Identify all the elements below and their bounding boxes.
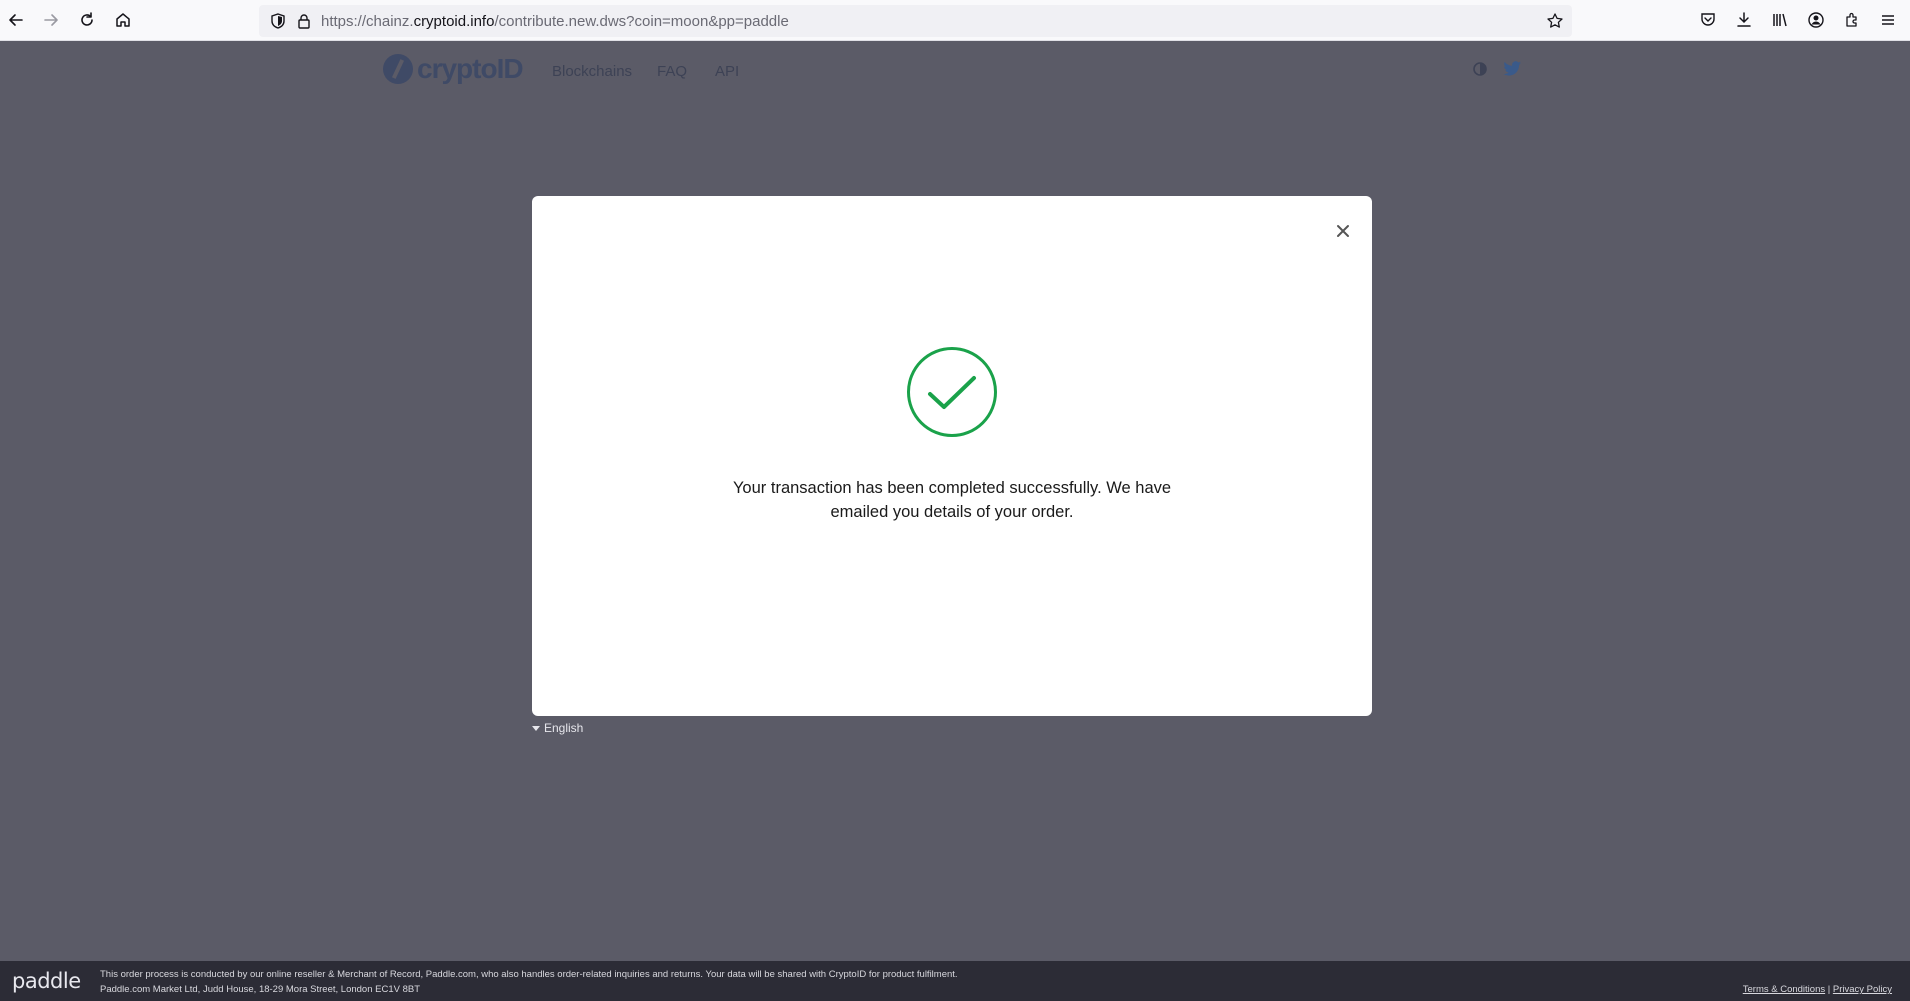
paddle-footer: paddle This order process is conducted b… xyxy=(0,961,1910,1001)
close-button[interactable] xyxy=(1333,221,1353,241)
site-header: cryptoID Blockchains FAQ API xyxy=(0,41,1910,101)
url-prefix: https://chainz. xyxy=(321,13,414,30)
paddle-logo: paddle xyxy=(12,969,81,993)
success-check-icon xyxy=(907,347,997,437)
reload-button[interactable] xyxy=(76,9,98,31)
cryptoid-logo-icon xyxy=(383,54,413,84)
forward-button[interactable] xyxy=(40,9,62,31)
privacy-link[interactable]: Privacy Policy xyxy=(1833,984,1892,995)
menu-icon[interactable] xyxy=(1879,11,1897,29)
home-button[interactable] xyxy=(112,9,134,31)
reload-icon xyxy=(81,12,93,26)
extensions-icon[interactable] xyxy=(1843,11,1861,29)
footer-address: Paddle.com Market Ltd, Judd House, 18-29… xyxy=(100,984,421,995)
url-text: https://chainz.cryptoid.info/contribute.… xyxy=(321,13,789,30)
close-icon xyxy=(1337,225,1349,237)
back-arrow-icon xyxy=(9,14,23,26)
browser-toolbar: https://chainz.cryptoid.info/contribute.… xyxy=(0,0,1910,41)
footer-link-separator: | xyxy=(1827,984,1831,995)
forward-arrow-icon xyxy=(44,14,58,26)
site-logo-text: cryptoID xyxy=(417,53,524,84)
url-host: cryptoid.info xyxy=(413,13,495,30)
site-logo[interactable]: cryptoID xyxy=(383,53,524,85)
account-icon[interactable] xyxy=(1807,11,1825,29)
checkout-success-modal: Your transaction has been completed succ… xyxy=(532,196,1372,716)
nav-blockchains[interactable]: Blockchains xyxy=(552,63,632,80)
footer-disclaimer: This order process is conducted by our o… xyxy=(100,969,958,980)
lock-icon[interactable] xyxy=(295,12,313,30)
url-path: /contribute.new.dws?coin=moon&pp=paddle xyxy=(494,13,789,30)
url-bar[interactable]: https://chainz.cryptoid.info/contribute.… xyxy=(259,5,1572,37)
downloads-icon[interactable] xyxy=(1735,11,1753,29)
caret-down-icon xyxy=(532,725,540,731)
tracking-shield-icon[interactable] xyxy=(269,12,287,30)
library-icon[interactable] xyxy=(1771,11,1789,29)
nav-api[interactable]: API xyxy=(715,63,739,80)
back-button[interactable] xyxy=(5,9,27,31)
footer-links: Terms & Conditions | Privacy Policy xyxy=(1743,984,1892,995)
twitter-icon[interactable] xyxy=(1501,58,1523,80)
theme-toggle-icon[interactable] xyxy=(1470,59,1490,79)
bookmark-star-icon[interactable] xyxy=(1546,12,1564,30)
pocket-icon[interactable] xyxy=(1699,11,1717,29)
success-message: Your transaction has been completed succ… xyxy=(732,479,1172,521)
language-label: English xyxy=(544,721,584,735)
terms-link[interactable]: Terms & Conditions xyxy=(1743,984,1825,995)
nav-faq[interactable]: FAQ xyxy=(657,63,687,80)
home-icon xyxy=(116,13,130,27)
language-selector[interactable]: English xyxy=(532,721,583,735)
